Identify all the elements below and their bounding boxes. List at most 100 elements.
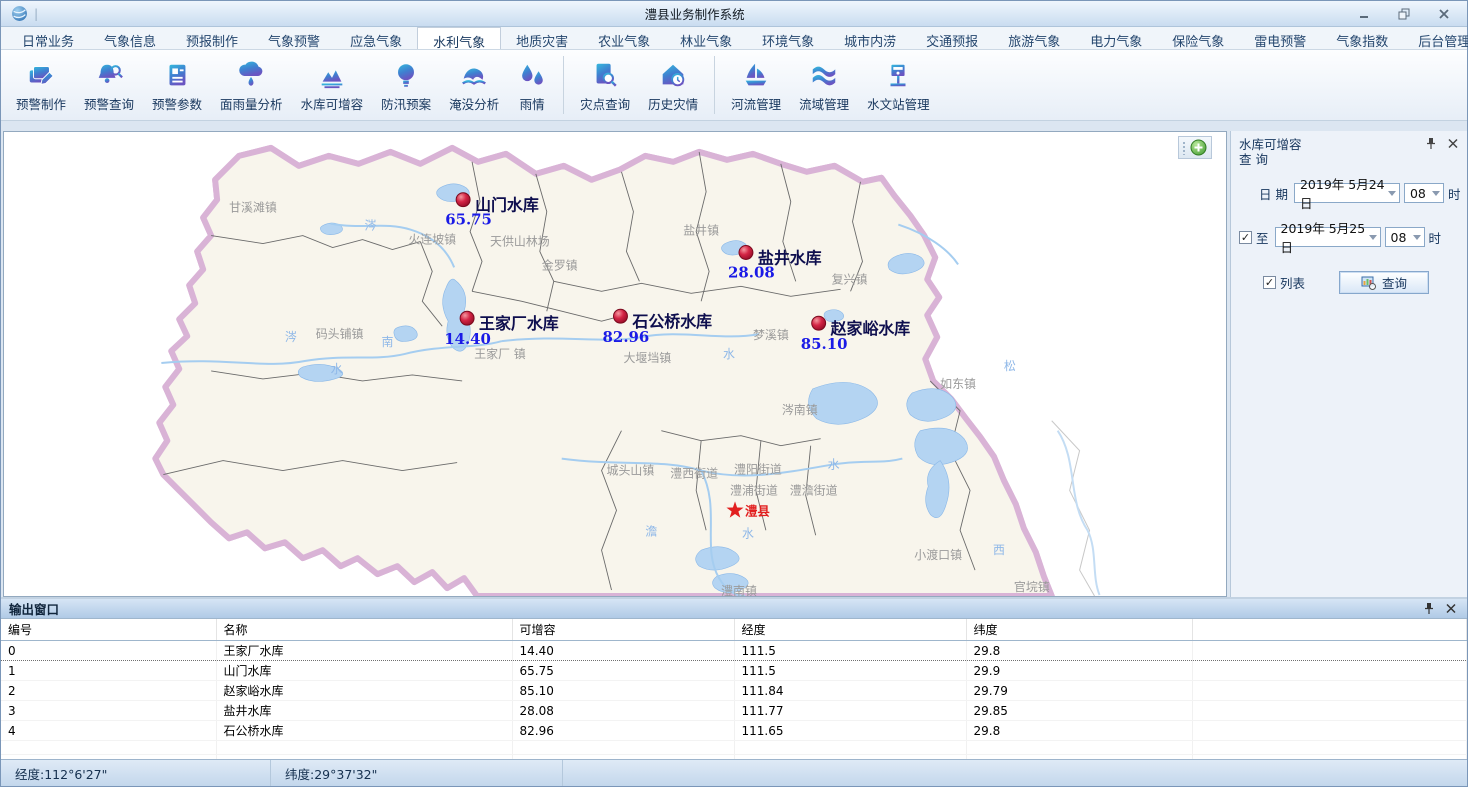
tool-button-水库可增容[interactable]: 水库可增容 — [292, 55, 373, 115]
table-row[interactable]: 3盐井水库28.08111.7729.85 — [1, 701, 1467, 721]
table-row[interactable]: 1山门水库65.75111.529.9 — [1, 661, 1467, 681]
table-row[interactable]: 0王家厂水库14.40111.529.8 — [1, 641, 1467, 661]
menu-tab-气象指数[interactable]: 气象指数 — [1321, 27, 1403, 49]
tool-button-label: 雨情 — [520, 94, 545, 113]
alert-make-icon — [26, 60, 56, 90]
tool-button-雨情[interactable]: 雨情 — [508, 55, 556, 115]
tool-button-防汛预案[interactable]: 防汛预案 — [372, 55, 440, 115]
menu-tab-旅游气象[interactable]: 旅游气象 — [993, 27, 1075, 49]
town-label: 盐井镇 — [683, 224, 719, 238]
menu-tab-水利气象[interactable]: 水利气象 — [417, 27, 501, 49]
list-query-row: ✓ 列表 查询 — [1263, 271, 1429, 294]
menu-tab-气象预警[interactable]: 气象预警 — [253, 27, 335, 49]
column-header-编号[interactable]: 编号 — [1, 619, 216, 641]
chevron-down-icon — [1432, 191, 1440, 196]
menu-tab-保险气象[interactable]: 保险气象 — [1157, 27, 1239, 49]
menu-tab-雷电预警[interactable]: 雷电预警 — [1239, 27, 1321, 49]
output-window-header: 输出窗口 — [1, 599, 1467, 619]
menu-tab-后台管理[interactable]: 后台管理 — [1403, 27, 1468, 49]
date-from-select[interactable]: 2019年 5月24日 — [1294, 183, 1400, 203]
tool-button-预警制作[interactable]: 预警制作 — [7, 55, 75, 115]
column-header-名称[interactable]: 名称 — [216, 619, 512, 641]
menu-tab-预报制作[interactable]: 预报制作 — [171, 27, 253, 49]
tool-button-label: 防汛预案 — [381, 94, 431, 113]
tool-button-流域管理[interactable]: 流域管理 — [790, 55, 858, 115]
tool-button-灾点查询[interactable]: 灾点查询 — [571, 55, 639, 115]
town-label: 甘溪滩镇 — [229, 201, 277, 215]
output-close-icon[interactable] — [1445, 602, 1457, 615]
river-mgmt-icon — [741, 60, 771, 90]
tool-button-水文站管理[interactable]: 水文站管理 — [858, 55, 939, 115]
menu-tab-应急气象[interactable]: 应急气象 — [335, 27, 417, 49]
river-label: 水 — [331, 362, 343, 376]
alert-query-icon — [94, 60, 124, 90]
tool-button-label: 水库可增容 — [301, 94, 364, 113]
menu-tab-地质灾害[interactable]: 地质灾害 — [501, 27, 583, 49]
menu-tab-农业气象[interactable]: 农业气象 — [583, 27, 665, 49]
close-button[interactable] — [1431, 6, 1457, 22]
panel-close-icon[interactable] — [1447, 137, 1459, 150]
tool-button-label: 流域管理 — [799, 94, 849, 113]
zoom-in-icon — [1190, 139, 1207, 156]
menu-tab-城市内涝[interactable]: 城市内涝 — [829, 27, 911, 49]
tool-button-预警查询[interactable]: 预警查询 — [75, 55, 143, 115]
tool-button-label: 河流管理 — [731, 94, 781, 113]
pin-icon[interactable] — [1425, 137, 1437, 150]
tool-button-淹没分析[interactable]: 淹没分析 — [440, 55, 508, 115]
toolbar-separator — [714, 56, 715, 114]
hour-to-select[interactable]: 08 — [1385, 227, 1425, 247]
map-zoom-button[interactable] — [1178, 136, 1212, 159]
hour-from-select[interactable]: 08 — [1404, 183, 1444, 203]
town-label: 王家厂 镇 — [474, 346, 526, 361]
tool-button-历史灾情[interactable]: 历史灾情 — [639, 55, 707, 115]
to-label: 至 — [1256, 228, 1269, 247]
date-to-select[interactable]: 2019年 5月25日 — [1275, 227, 1381, 247]
menu-tab-日常业务[interactable]: 日常业务 — [7, 27, 89, 49]
reservoir-marker-王家厂水库[interactable] — [460, 311, 474, 325]
chevron-down-icon — [1413, 235, 1421, 240]
minimize-button[interactable] — [1351, 6, 1377, 22]
to-checkbox[interactable]: ✓ — [1239, 231, 1252, 244]
menu-tab-林业气象[interactable]: 林业气象 — [665, 27, 747, 49]
toolbar-separator — [563, 56, 564, 114]
town-label: 澧阳街道 — [734, 463, 782, 477]
tool-button-河流管理[interactable]: 河流管理 — [722, 55, 790, 115]
restore-button[interactable] — [1391, 6, 1417, 22]
reservoir-marker-赵家峪水库[interactable] — [812, 316, 826, 330]
reservoir-query-panel: 水库可增容 查 询 日 期 2019年 5月24日 08 时 ✓ 至 2019年… — [1230, 131, 1467, 597]
menu-tab-气象信息[interactable]: 气象信息 — [89, 27, 171, 49]
reservoir-marker-盐井水库[interactable] — [739, 246, 753, 260]
column-header-经度[interactable]: 经度 — [734, 619, 966, 641]
reservoir-marker-山门水库[interactable] — [456, 193, 470, 207]
reservoir-value: 65.75 — [445, 211, 492, 229]
output-window: 输出窗口 编号名称可增容经度纬度 0王家厂水库14.40111.529.81山门… — [1, 597, 1467, 759]
table-row[interactable]: 4石公桥水库82.96111.6529.8 — [1, 721, 1467, 741]
inundation-icon — [459, 60, 489, 90]
menu-tab-交通预报[interactable]: 交通预报 — [911, 27, 993, 49]
town-label: 复兴镇 — [832, 272, 868, 286]
town-label: 金罗镇 — [542, 257, 578, 272]
chevron-down-icon — [1388, 191, 1396, 196]
pin-icon[interactable] — [1423, 602, 1435, 615]
column-header-纬度[interactable]: 纬度 — [966, 619, 1192, 641]
column-header-可增容[interactable]: 可增容 — [512, 619, 734, 641]
menu-tab-环境气象[interactable]: 环境气象 — [747, 27, 829, 49]
tool-button-面雨量分析[interactable]: 面雨量分析 — [211, 55, 292, 115]
county-map[interactable]: 甘溪滩镇火连坡镇天供山林场金罗镇盐井镇复兴镇码头铺镇王家厂 镇大堰垱镇梦溪镇涔南… — [4, 132, 1226, 596]
menu-tab-电力气象[interactable]: 电力气象 — [1075, 27, 1157, 49]
map-canvas[interactable]: 甘溪滩镇火连坡镇天供山林场金罗镇盐井镇复兴镇码头铺镇王家厂 镇大堰垱镇梦溪镇涔南… — [3, 131, 1227, 597]
reservoir-marker-石公桥水库[interactable] — [614, 309, 628, 323]
window-title: 澧县业务制作系统 — [46, 4, 1343, 23]
town-label: 澧西街道 — [670, 467, 718, 481]
tool-button-预警参数[interactable]: 预警参数 — [143, 55, 211, 115]
date-to-row: ✓ 至 2019年 5月25日 08 时 — [1239, 227, 1447, 247]
status-longitude: 经度:112°6'27" — [1, 760, 271, 786]
date-label: 日 期 — [1259, 184, 1288, 203]
query-button[interactable]: 查询 — [1339, 271, 1429, 294]
disaster-history-icon — [658, 60, 688, 90]
table-row[interactable]: 2赵家峪水库85.10111.8429.79 — [1, 681, 1467, 701]
output-window-title: 输出窗口 — [9, 599, 59, 618]
area-rain-icon — [236, 60, 266, 90]
reservoir-value: 14.40 — [444, 330, 491, 348]
list-checkbox[interactable]: ✓ — [1263, 276, 1276, 289]
